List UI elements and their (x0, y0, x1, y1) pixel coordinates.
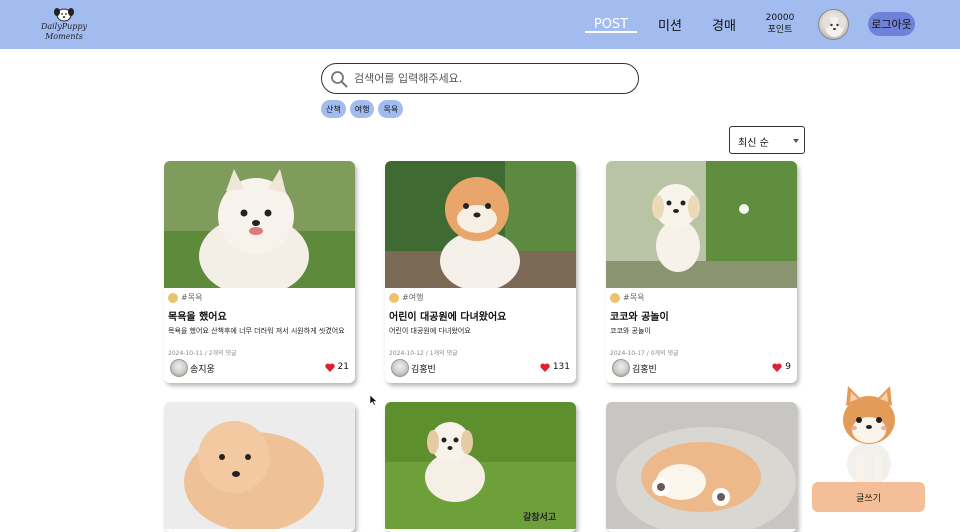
tag-travel[interactable]: 여행 (349, 100, 375, 118)
points-value: 20000 (765, 13, 795, 23)
nav-post[interactable]: POST (585, 0, 637, 49)
post-author[interactable]: 김홍빈 (391, 359, 436, 377)
tag-filters: 산책 여행 목욕 (321, 100, 404, 118)
author-name: 김홍빈 (632, 364, 657, 375)
post-title: 코코와 공놀이 (610, 312, 669, 323)
heart-icon (540, 363, 550, 372)
post-category: #여행 (402, 293, 424, 302)
like-button[interactable]: 21 (324, 362, 349, 372)
nav-auction[interactable]: 경매 (712, 0, 736, 49)
shiba-mascot-icon (843, 386, 895, 484)
post-card[interactable]: #여행 어린이 대공원에 다녀왔어요 어린이 대공원에 다녀왔어요 2024-1… (385, 161, 576, 383)
post-body: 목욕을 했어요 산책후에 너무 더러워 져서 시원하게 씻겼어요 (168, 327, 345, 335)
top-navbar: DailyPuppy Moments POST 미션 경매 20000 포인트 … (0, 0, 960, 49)
mouse-cursor-icon (370, 395, 378, 406)
author-avatar (391, 359, 409, 377)
tag-bath[interactable]: 목욕 (378, 100, 404, 118)
post-card[interactable] (606, 402, 797, 532)
post-title: 어린이 대공원에 다녀왔어요 (389, 312, 507, 323)
puppy-avatar-icon (823, 16, 846, 37)
post-image (606, 161, 797, 288)
logout-button[interactable]: 로그아웃 (868, 12, 915, 36)
search-icon[interactable] (330, 70, 348, 88)
post-author[interactable]: 송지웅 (170, 359, 215, 377)
post-image: 갈참서고 (385, 402, 576, 529)
author-avatar (170, 359, 188, 377)
post-meta: 2024-10-12 / 1개의 댓글 (389, 350, 458, 357)
sort-select[interactable]: 최신 순 (729, 126, 805, 154)
logo-text-line2: Moments (45, 32, 83, 41)
like-count: 131 (552, 362, 570, 372)
image-watermark-text: 갈참서고 (523, 513, 557, 523)
post-image (385, 161, 576, 288)
post-body: 어린이 대공원에 다녀왔어요 (389, 327, 471, 335)
post-card[interactable]: #목욕 코코와 공놀이 코코와 공놀이 2024-10-17 / 0개의 댓글 … (606, 161, 797, 383)
nav-active-underline (585, 31, 637, 33)
post-meta: 2024-10-11 / 2개의 댓글 (168, 350, 237, 357)
post-body: 코코와 공놀이 (610, 327, 651, 335)
smiley-icon (610, 292, 620, 303)
like-count: 21 (337, 362, 349, 372)
smiley-icon (168, 292, 178, 303)
author-avatar (612, 359, 630, 377)
puppy-logo-icon (54, 8, 74, 22)
write-button[interactable]: 글쓰기 (812, 482, 925, 512)
post-category: #목욕 (623, 293, 645, 302)
write-fab[interactable]: 글쓰기 (812, 384, 925, 514)
like-button[interactable]: 9 (772, 362, 791, 372)
site-logo[interactable]: DailyPuppy Moments (34, 5, 94, 45)
post-category: #목욕 (181, 293, 203, 302)
caret-down-icon (793, 139, 799, 143)
logo-text-line1: DailyPuppy (40, 22, 88, 31)
post-image (164, 161, 355, 288)
tag-walk[interactable]: 산책 (321, 100, 346, 118)
search-bar[interactable] (321, 63, 639, 94)
points-display: 20000 포인트 (762, 12, 798, 36)
points-label: 포인트 (767, 25, 793, 35)
post-card[interactable] (164, 402, 355, 532)
post-card[interactable]: #목욕 목욕을 했어요 목욕을 했어요 산책후에 너무 더러워 져서 시원하게 … (164, 161, 355, 383)
like-count: 9 (785, 362, 791, 372)
sort-selected-value: 최신 순 (738, 138, 769, 149)
nav-post-label: POST (593, 17, 629, 32)
heart-icon (772, 363, 782, 372)
post-author[interactable]: 김홍빈 (612, 359, 657, 377)
like-button[interactable]: 131 (540, 362, 570, 372)
smiley-icon (389, 292, 399, 303)
search-input[interactable] (354, 69, 624, 88)
heart-icon (324, 363, 335, 372)
post-image (606, 402, 797, 529)
author-name: 송지웅 (190, 364, 215, 375)
nav-mission[interactable]: 미션 (658, 0, 682, 49)
post-image (164, 402, 355, 529)
profile-avatar[interactable] (818, 9, 849, 40)
post-meta: 2024-10-17 / 0개의 댓글 (610, 350, 679, 357)
author-name: 김홍빈 (411, 364, 436, 375)
post-card[interactable]: 갈참서고 (385, 402, 576, 532)
post-title: 목욕을 했어요 (168, 312, 227, 323)
